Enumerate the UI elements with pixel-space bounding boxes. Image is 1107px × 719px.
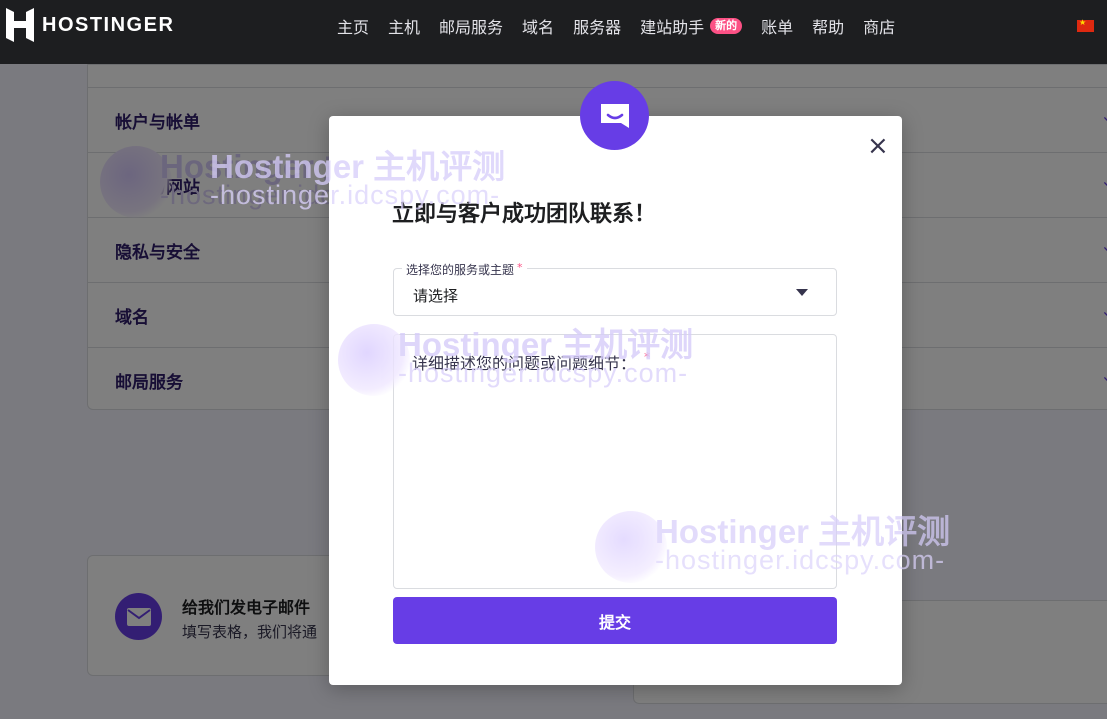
problem-description-textarea[interactable]: 详细描述您的问题或问题细节： * [393, 334, 837, 589]
select-label: 选择您的服务或主题 * [402, 261, 527, 278]
chat-bubble-icon [580, 81, 649, 150]
caret-down-icon [796, 289, 808, 296]
nav-billing[interactable]: 账单 [761, 14, 793, 38]
required-mark: * [644, 350, 651, 364]
nav-email[interactable]: 邮局服务 [439, 14, 503, 38]
select-value: 请选择 [413, 287, 459, 305]
hostinger-logo-icon [6, 8, 34, 42]
nav-help[interactable]: 帮助 [812, 14, 844, 38]
contact-modal: × 立即与客户成功团队联系！ 选择您的服务或主题 * 请选择 详细描述您的问题或问… [329, 81, 902, 685]
modal-title: 立即与客户成功团队联系！ [392, 202, 657, 227]
close-icon[interactable]: × [867, 133, 889, 159]
nav-domains[interactable]: 域名 [522, 14, 554, 38]
brand-name: HOSTINGER [42, 13, 175, 36]
china-flag-icon[interactable] [1077, 18, 1094, 32]
hostinger-logo[interactable]: HOSTINGER [6, 8, 174, 42]
nav-servers[interactable]: 服务器 [573, 14, 621, 38]
nav-website-builder[interactable]: 建站助手 新的 [640, 14, 743, 38]
nav-home[interactable]: 主页 [337, 14, 369, 38]
service-topic-select[interactable]: 选择您的服务或主题 * 请选择 [393, 261, 837, 316]
main-nav: 主页 主机 邮局服务 域名 服务器 建站助手 新的 账单 帮助 商店 [337, 14, 914, 38]
submit-button[interactable]: 提交 [393, 597, 837, 644]
textarea-placeholder: 详细描述您的问题或问题细节： * [412, 350, 651, 373]
top-navigation-bar: HOSTINGER 主页 主机 邮局服务 域名 服务器 建站助手 新的 账单 帮… [0, 0, 1107, 64]
new-badge: 新的 [710, 18, 743, 34]
nav-store[interactable]: 商店 [863, 14, 895, 38]
required-mark: * [517, 261, 523, 274]
nav-hosting[interactable]: 主机 [388, 14, 420, 38]
